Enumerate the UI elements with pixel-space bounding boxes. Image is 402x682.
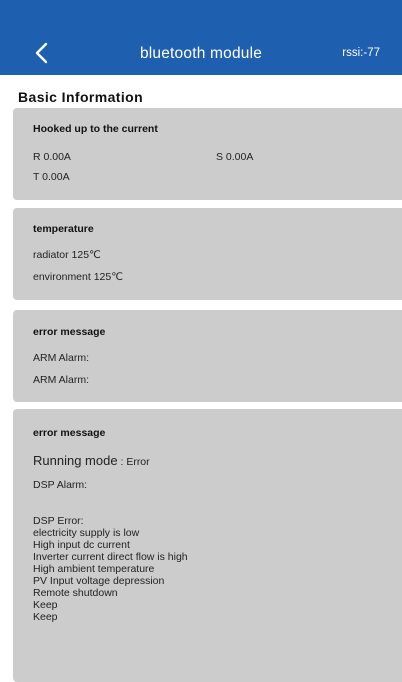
error-line: PV Input voltage depression <box>33 575 165 587</box>
radiator-temperature: radiator 125℃ <box>33 249 101 261</box>
current-card: Hooked up to the current R 0.00A S 0.00A… <box>13 108 402 200</box>
current-card-title: Hooked up to the current <box>33 123 158 135</box>
environment-temperature: environment 125℃ <box>33 271 124 283</box>
temperature-card-title: temperature <box>33 223 94 235</box>
current-s-value: S 0.00A <box>216 151 254 163</box>
error-message-card-2: error message Running mode : Error DSP A… <box>13 409 402 682</box>
arm-alarm-1: ARM Alarm: <box>33 352 90 364</box>
current-r-value: R 0.00A <box>33 151 71 163</box>
temperature-card: temperature radiator 125℃ environment 12… <box>13 208 402 300</box>
running-mode-value: : Error <box>117 456 150 468</box>
error-line: Keep <box>33 599 58 611</box>
current-t-value: T 0.00A <box>33 171 70 183</box>
error-line: High ambient temperature <box>33 563 155 575</box>
error-line: Inverter current direct flow is high <box>33 551 188 563</box>
error-card-2-title: error message <box>33 427 106 439</box>
arm-alarm-2: ARM Alarm: <box>33 374 90 386</box>
dsp-alarm: DSP Alarm: <box>33 479 88 491</box>
running-mode-label: Running mode <box>33 453 118 468</box>
error-message-card-1: error message ARM Alarm: ARM Alarm: <box>13 310 402 402</box>
error-line: DSP Error: <box>33 515 84 527</box>
error-line: High input dc current <box>33 539 130 551</box>
error-card-1-title: error message <box>33 326 106 338</box>
error-line: Keep <box>33 611 58 623</box>
rssi-value: rssi:-77 <box>342 47 380 59</box>
running-mode: Running mode : Error <box>33 453 150 468</box>
error-line: Remote shutdown <box>33 587 118 599</box>
app-header: bluetooth module rssi:-77 <box>0 0 402 75</box>
dsp-error-list: DSP Error: electricity supply is low Hig… <box>33 515 188 623</box>
error-line: electricity supply is low <box>33 527 140 539</box>
section-title-basic-information: Basic Information <box>18 89 144 105</box>
